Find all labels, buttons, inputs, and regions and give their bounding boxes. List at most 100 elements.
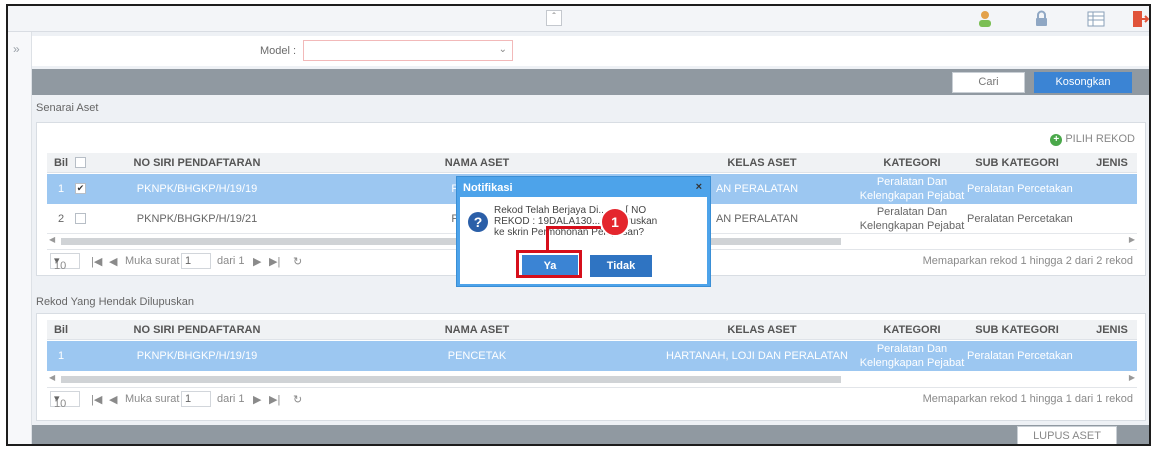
- first-page-icon[interactable]: |◀: [91, 255, 102, 268]
- col-no-siri[interactable]: NO SIRI PENDAFTARAN: [97, 157, 297, 169]
- question-icon: ?: [468, 212, 488, 232]
- scroll-right-icon[interactable]: ▶: [1129, 235, 1135, 244]
- table-row[interactable]: 1 PKNPK/BHGKP/H/19/19 PENCETAK HARTANAH,…: [47, 341, 1137, 371]
- col-sub-kategori[interactable]: SUB KATEGORI: [967, 157, 1067, 169]
- kosongkan-button[interactable]: Kosongkan: [1034, 72, 1132, 93]
- highlight-box: [516, 250, 582, 278]
- close-icon[interactable]: ×: [696, 181, 702, 193]
- row-sub-kategori: Peralatan Percetakan: [967, 183, 1073, 195]
- pilih-rekod-button[interactable]: + PILIH REKOD: [1050, 133, 1135, 146]
- top-toolbar: ˆ: [8, 6, 1149, 32]
- row-sub-kategori: Peralatan Percetakan: [967, 350, 1073, 362]
- row-kelas-aset: AN PERALATAN: [715, 213, 799, 225]
- last-page-icon[interactable]: ▶|: [269, 255, 280, 268]
- tidak-button[interactable]: Tidak: [590, 255, 652, 277]
- row-bil: 1: [57, 350, 65, 362]
- next-page-icon[interactable]: ▶: [253, 393, 261, 406]
- lupus-aset-button[interactable]: LUPUS ASET: [1017, 426, 1117, 444]
- user-profile-icon[interactable]: [976, 9, 996, 29]
- next-page-icon[interactable]: ▶: [253, 255, 261, 268]
- scroll-thumb[interactable]: [61, 238, 841, 245]
- col-kategori[interactable]: KATEGORI: [847, 324, 977, 336]
- page-label: Muka surat: [125, 255, 180, 267]
- rekod-table-header: Bil NO SIRI PENDAFTARAN NAMA ASET KELAS …: [47, 320, 1137, 340]
- row-kategori-line2: Kelengkapan Pejabat: [859, 357, 965, 369]
- lupus-action-bar: LUPUS ASET: [32, 425, 1149, 444]
- prev-page-icon[interactable]: ◀: [109, 393, 117, 406]
- row-kategori-line2: Kelengkapan Pejabat: [859, 220, 965, 232]
- horizontal-scrollbar[interactable]: ◀ ▶: [47, 373, 1137, 384]
- row-bil: 1: [57, 183, 65, 195]
- row-checkbox[interactable]: ✔: [75, 183, 86, 194]
- col-sub-kategori[interactable]: SUB KATEGORI: [967, 324, 1067, 336]
- scroll-right-icon[interactable]: ▶: [1129, 373, 1135, 382]
- scroll-left-icon[interactable]: ◀: [49, 373, 55, 382]
- row-bil: 2: [57, 213, 65, 225]
- row-checkbox[interactable]: [75, 213, 86, 224]
- scroll-left-icon[interactable]: ◀: [49, 235, 55, 244]
- page-number-input[interactable]: 1: [181, 391, 211, 407]
- row-no-siri: PKNPK/BHGKP/H/19/19: [136, 183, 258, 195]
- cari-button[interactable]: Cari: [952, 72, 1025, 93]
- callout-connector: [546, 228, 549, 252]
- row-kelas-aset: AN PERALATAN: [715, 183, 799, 195]
- logout-icon[interactable]: [1130, 9, 1150, 29]
- page-size-value: 10: [54, 398, 67, 410]
- first-page-icon[interactable]: |◀: [91, 393, 102, 406]
- row-sub-kategori: Peralatan Percetakan: [967, 213, 1073, 225]
- col-no-siri[interactable]: NO SIRI PENDAFTARAN: [97, 324, 297, 336]
- row-kategori-line2: Kelengkapan Pejabat: [859, 190, 965, 202]
- row-kategori-line1: Peralatan Dan: [876, 176, 948, 188]
- rekod-dilupuskan-title: Rekod Yang Hendak Dilupuskan: [36, 296, 194, 308]
- rekod-pager: 10 ▾ |◀ ◀ Muka surat 1 dari 1 ▶ ▶| ↻ Mem…: [47, 387, 1137, 410]
- grid-view-icon[interactable]: [1086, 9, 1106, 29]
- model-filter-row: Model : ⌄: [32, 36, 1149, 66]
- step-number-badge: 1: [600, 207, 630, 237]
- row-kategori-line1: Peralatan Dan: [876, 206, 948, 218]
- search-action-bar: Cari Kosongkan: [32, 69, 1149, 95]
- row-kategori-line1: Peralatan Dan: [876, 343, 948, 355]
- scroll-thumb[interactable]: [61, 376, 841, 383]
- dialog-message-line: Rekod Telah Berjaya Di... as. [ NO: [494, 205, 647, 216]
- page-size-select[interactable]: 10 ▾: [50, 391, 80, 410]
- model-select[interactable]: ⌄: [303, 40, 513, 61]
- dialog-title: Notifikasi: [463, 182, 513, 194]
- senarai-table-header: Bil NO SIRI PENDAFTARAN NAMA ASET KELAS …: [47, 153, 1137, 173]
- dialog-body: ? Rekod Telah Berjaya Di... as. [ NO REK…: [460, 197, 707, 284]
- last-page-icon[interactable]: ▶|: [269, 393, 280, 406]
- refresh-icon[interactable]: ↻: [293, 255, 302, 268]
- col-nama-aset[interactable]: NAMA ASET: [377, 324, 577, 336]
- col-bil[interactable]: Bil: [51, 324, 71, 336]
- page-of-label: dari 1: [217, 255, 245, 267]
- rekod-dilupuskan-panel: Bil NO SIRI PENDAFTARAN NAMA ASET KELAS …: [36, 313, 1146, 421]
- select-all-checkbox[interactable]: [75, 157, 86, 168]
- sidebar: »: [8, 32, 32, 444]
- prev-page-icon[interactable]: ◀: [109, 255, 117, 268]
- pager-summary: Memaparkan rekod 1 hingga 2 dari 2 rekod: [922, 255, 1133, 267]
- dialog-message: Rekod Telah Berjaya Di... as. [ NO REKOD…: [494, 205, 699, 238]
- col-jenis[interactable]: JENIS: [1087, 324, 1137, 336]
- col-jenis[interactable]: JENIS: [1087, 157, 1137, 169]
- col-kategori[interactable]: KATEGORI: [847, 157, 977, 169]
- page-of-label: dari 1: [217, 393, 245, 405]
- page-label: Muka surat: [125, 393, 180, 405]
- plus-icon: +: [1050, 134, 1063, 146]
- sidebar-toggle-icon[interactable]: »: [13, 42, 20, 56]
- row-no-siri: PKNPK/BHGKP/H/19/19: [136, 350, 258, 362]
- page-size-value: 10: [54, 260, 67, 272]
- notifikasi-dialog: Notifikasi × ? Rekod Telah Berjaya Di...…: [456, 176, 711, 287]
- page-size-select[interactable]: 10 ▾: [50, 253, 80, 272]
- row-no-siri: PKNPK/BHGKP/H/19/21: [136, 213, 258, 225]
- model-label: Model :: [260, 45, 297, 57]
- col-nama-aset[interactable]: NAMA ASET: [377, 157, 577, 169]
- col-bil[interactable]: Bil: [51, 157, 71, 169]
- pager-summary: Memaparkan rekod 1 hingga 1 dari 1 rekod: [922, 393, 1133, 405]
- row-nama-aset: PENCETAK: [447, 350, 507, 362]
- page-number-input[interactable]: 1: [181, 253, 211, 269]
- pilih-rekod-label: PILIH REKOD: [1065, 133, 1135, 145]
- callout-connector: [546, 226, 601, 229]
- collapse-header-button[interactable]: ˆ: [546, 10, 562, 26]
- chevron-down-icon: ⌄: [498, 44, 507, 55]
- refresh-icon[interactable]: ↻: [293, 393, 302, 406]
- lock-icon[interactable]: [1031, 9, 1051, 29]
